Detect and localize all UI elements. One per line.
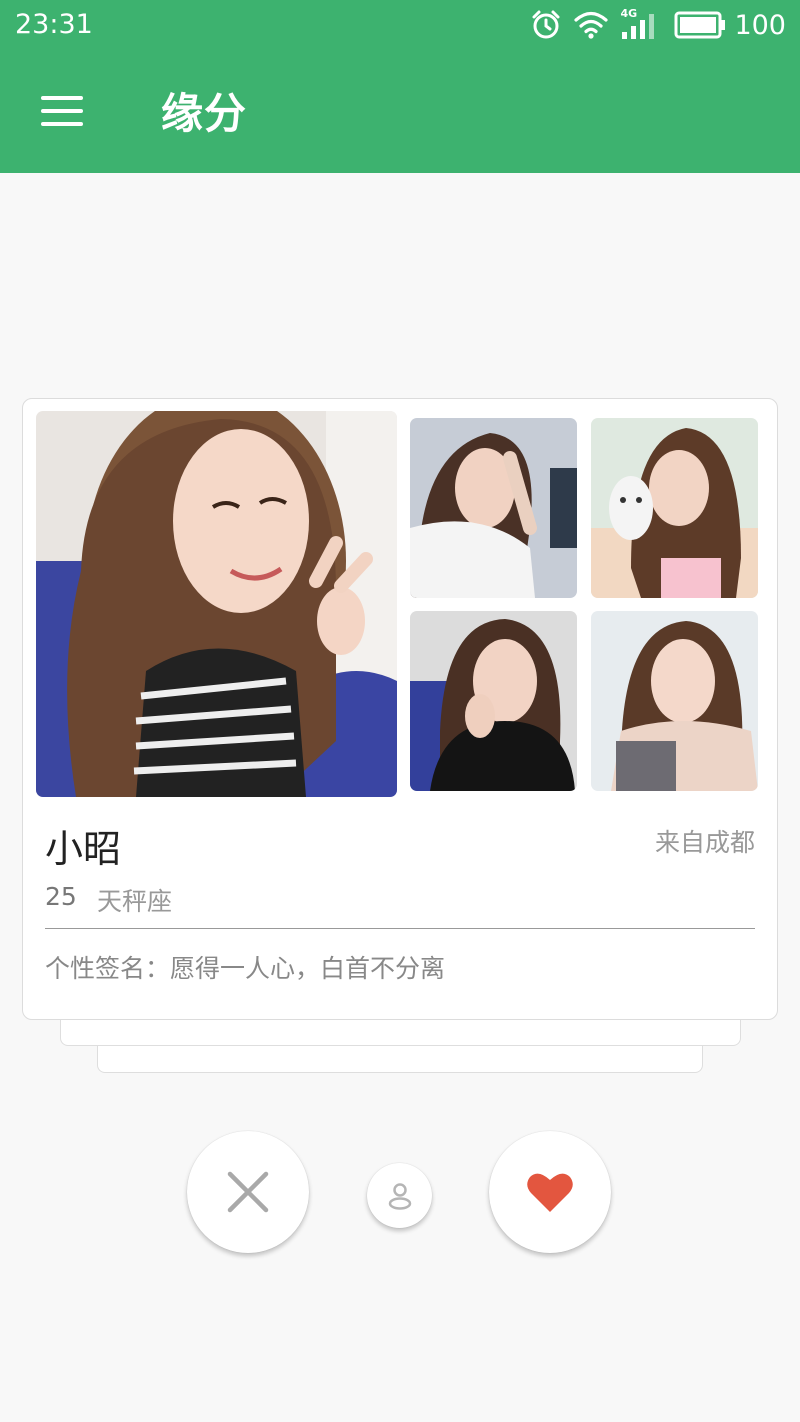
profile-signature: 个性签名：愿得一人心，白首不分离 — [45, 954, 446, 983]
heart-icon — [527, 1173, 573, 1212]
profile-location: 来自成都 — [654, 828, 755, 857]
photo-1[interactable] — [410, 418, 577, 598]
page-title: 缘分 — [161, 89, 248, 138]
app-bar: 缘分 — [0, 50, 800, 173]
person-icon — [388, 1182, 411, 1210]
profile-card[interactable]: 小昭 来自成都 25 天秤座 个性签名：愿得一人心，白首不分离 — [22, 398, 778, 1020]
status-bar: 23:31 4G 100 — [0, 0, 800, 50]
photo-2[interactable] — [591, 418, 758, 598]
battery-icon — [674, 11, 726, 39]
status-time: 23:31 — [15, 9, 93, 40]
photo-4[interactable] — [591, 611, 758, 791]
dislike-button[interactable] — [187, 1131, 309, 1253]
battery-level: 100 — [734, 9, 786, 41]
wifi-icon — [574, 10, 609, 40]
profile-zodiac: 天秤座 — [97, 887, 173, 916]
like-button[interactable] — [489, 1131, 611, 1253]
profile-button[interactable] — [367, 1163, 432, 1228]
network-type: 4G — [620, 7, 638, 20]
close-icon — [227, 1171, 269, 1213]
main-photo[interactable] — [36, 411, 397, 797]
profile-age: 25 — [45, 882, 77, 911]
divider — [45, 928, 755, 929]
photo-3[interactable] — [410, 611, 577, 791]
signal-icon: 4G — [620, 7, 662, 40]
menu-icon[interactable] — [32, 88, 92, 134]
status-icons: 4G 100 — [530, 7, 786, 42]
profile-name: 小昭 — [45, 827, 122, 871]
alarm-icon — [530, 9, 562, 41]
